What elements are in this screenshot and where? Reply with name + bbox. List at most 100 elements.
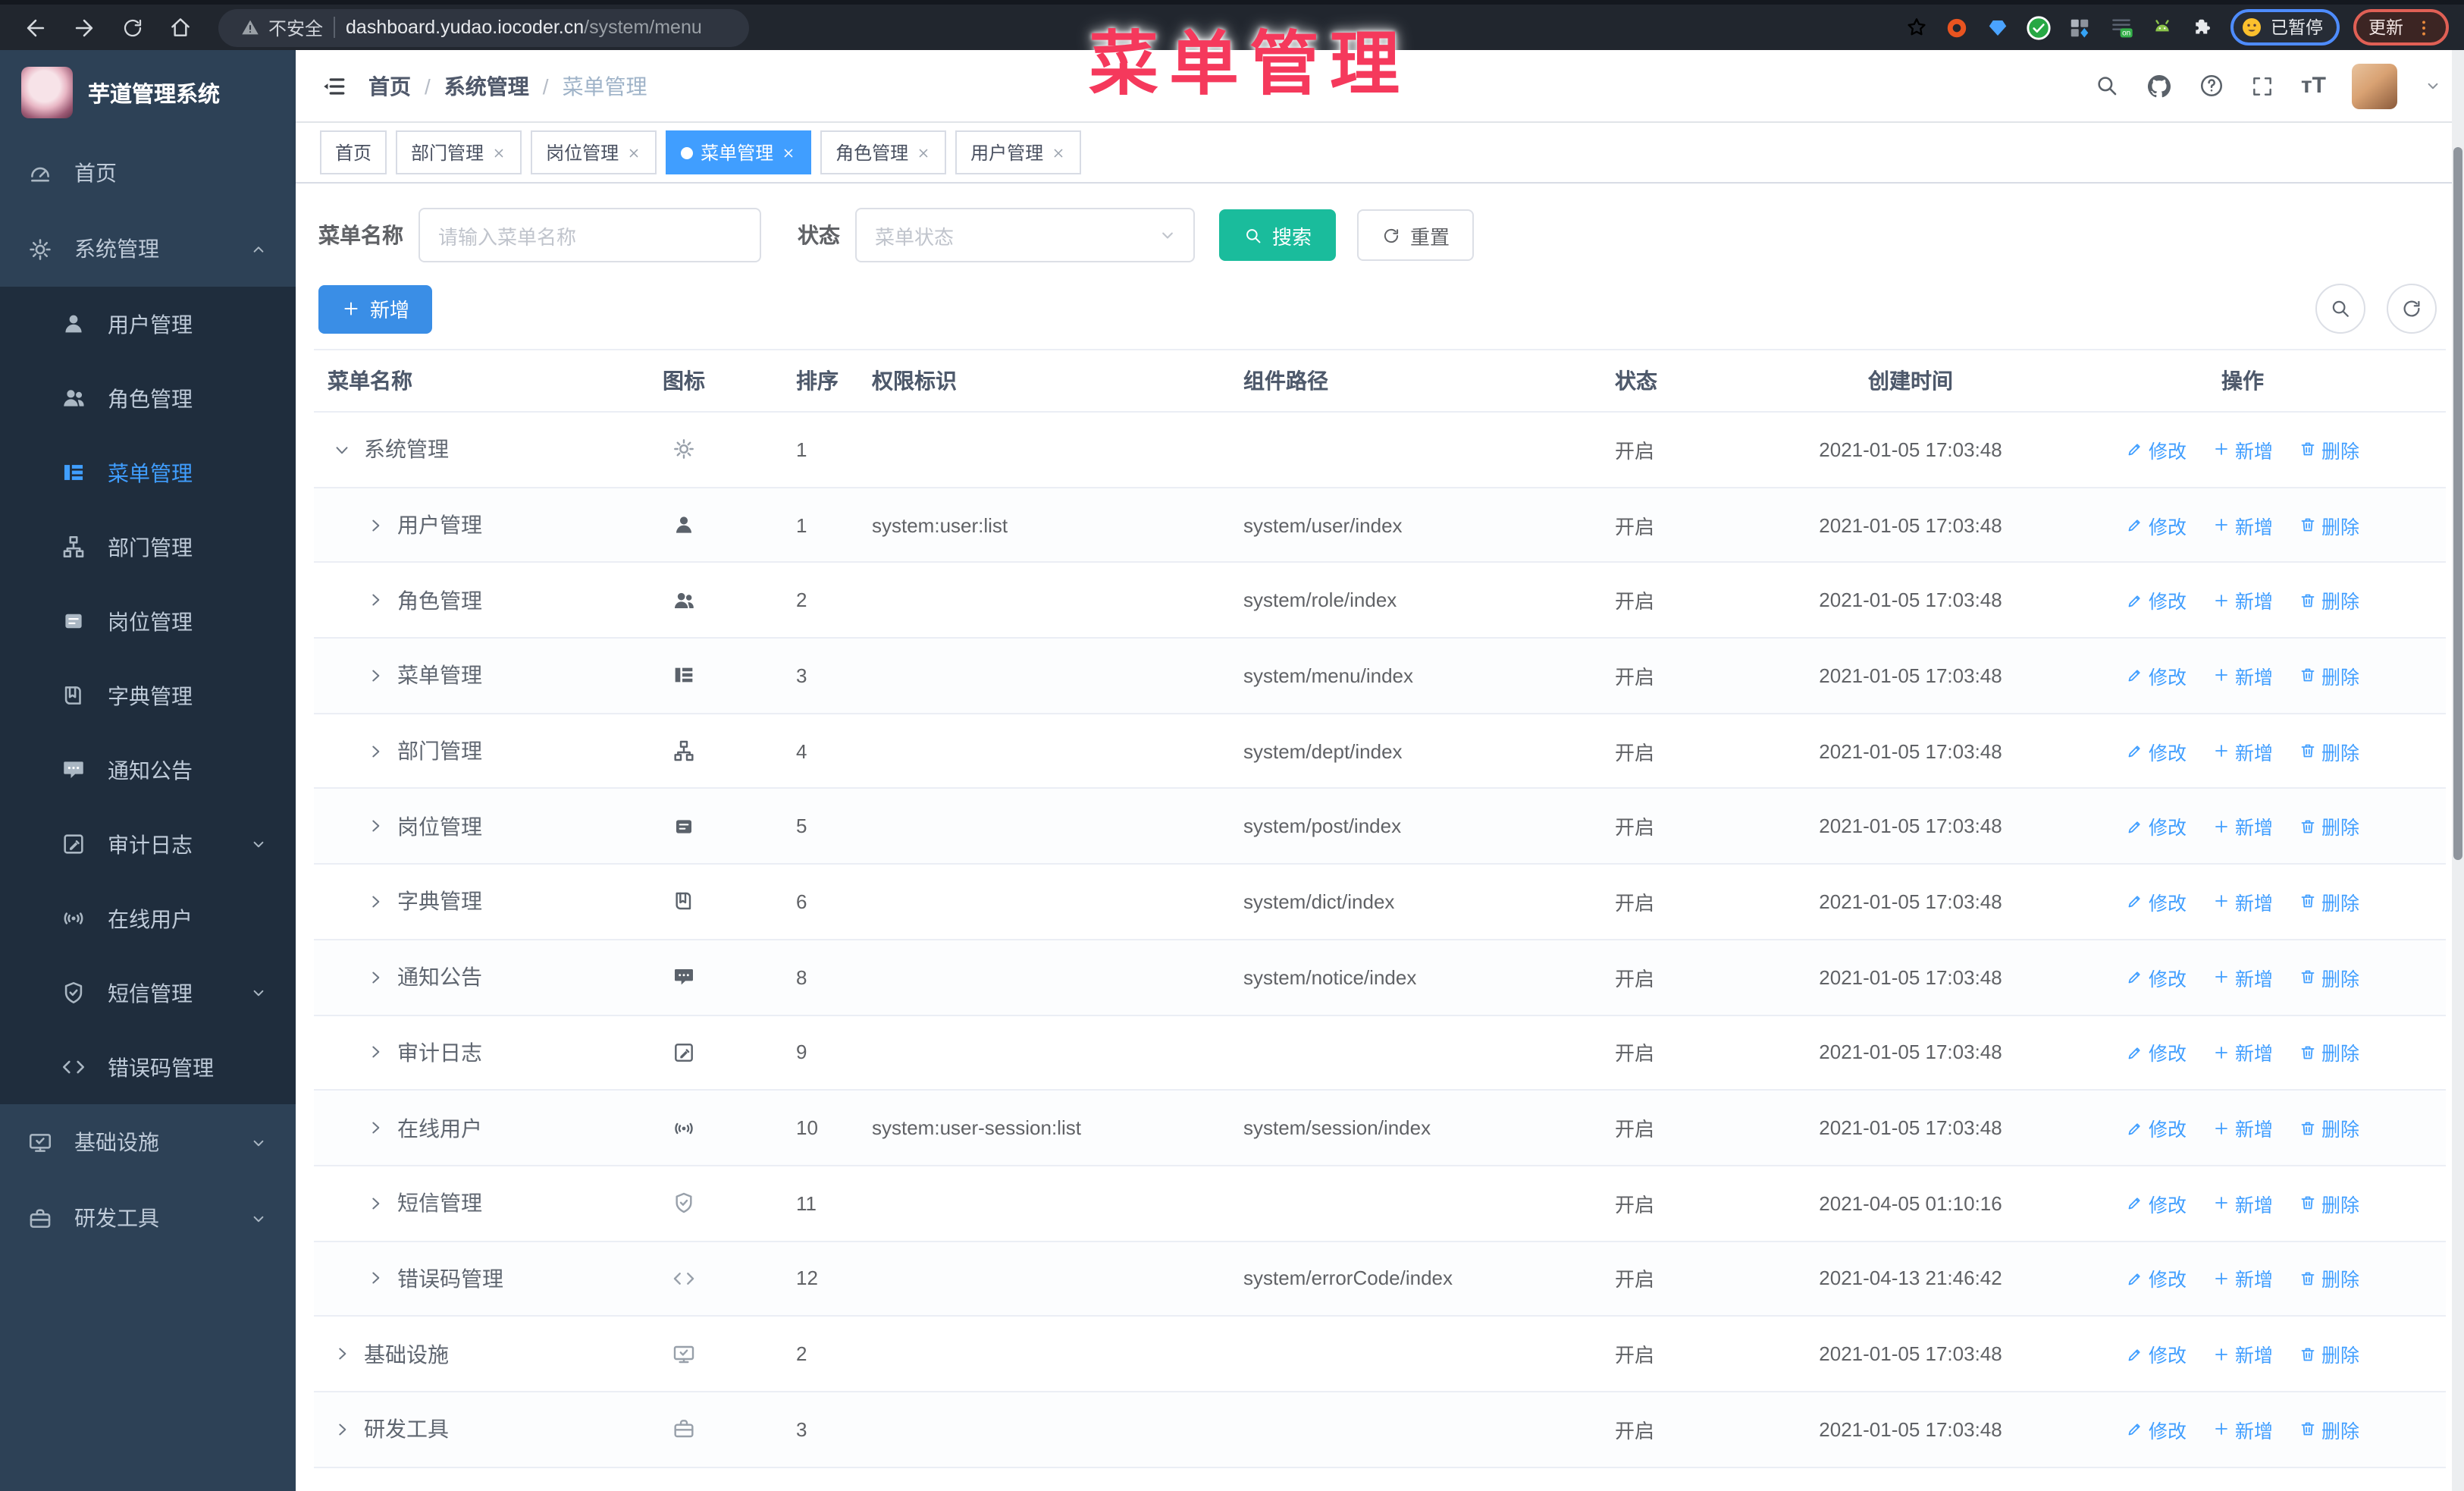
row-edit-button[interactable]: 修改 [2126,1415,2187,1444]
sidebar-item-user[interactable]: 用户管理 [0,287,296,361]
tab-menu[interactable]: 菜单管理 [666,130,812,174]
table-row[interactable]: 字典管理 6 system/dict/index 开启 2021-01-05 17:03… [314,865,2446,940]
tab-close-icon[interactable] [781,145,796,160]
row-edit-button[interactable]: 修改 [2126,435,2187,464]
row-edit-button[interactable]: 修改 [2126,661,2187,690]
row-expand-caret[interactable] [365,1118,388,1138]
add-button[interactable]: 新增 [318,284,433,333]
green-check-extension-icon[interactable] [2025,14,2052,41]
row-delete-button[interactable]: 删除 [2299,1113,2359,1142]
scrollbar-thumb[interactable] [2453,147,2462,860]
table-row[interactable]: 基础设施 2 开启 2021-01-05 17:03:48 修改 新增 删除 [314,1317,2446,1392]
bookmark-star-icon[interactable] [1902,14,1930,41]
sidebar-item-sms[interactable]: 短信管理 [0,956,296,1030]
sidebar-item-home[interactable]: 首页 [0,135,296,211]
row-expand-caret[interactable] [365,515,388,535]
address-bar[interactable]: 不安全 dashboard.yudao.iocoder.cn/system/me… [218,8,749,46]
x-icon[interactable] [491,145,506,160]
table-row[interactable]: 岗位管理 5 system/post/index 开启 2021-01-05 17:03… [314,789,2446,865]
column-header[interactable]: 菜单名称 [314,366,647,396]
table-row[interactable]: 审计日志 9 开启 2021-01-05 17:03:48 修改 新增 删除 [314,1015,2446,1091]
table-row[interactable]: 在线用户 10 system:user-session:list system/ses… [314,1091,2446,1166]
column-header[interactable]: 组件路径 [1243,366,1615,396]
help-icon[interactable] [2199,73,2225,99]
tab-close-icon[interactable] [916,145,931,160]
avatar-caret-down-icon[interactable] [2423,76,2443,96]
row-expand-caret[interactable] [365,967,388,987]
sidebar-item-infra[interactable]: 基础设施 [0,1104,296,1180]
tab-dept[interactable]: 部门管理 [396,130,522,174]
browser-forward-button[interactable] [64,8,103,47]
toggle-search-button[interactable] [2315,284,2365,334]
fullscreen-icon[interactable] [2251,74,2275,98]
row-delete-button[interactable]: 删除 [2299,812,2359,841]
x-icon[interactable] [1051,145,1066,160]
row-add-button[interactable]: 新增 [2212,887,2273,916]
x-icon[interactable] [626,145,641,160]
row-delete-button[interactable]: 删除 [2299,435,2359,464]
column-header[interactable]: 权限标识 [872,366,1243,396]
tab-role[interactable]: 角色管理 [820,130,947,174]
table-row[interactable]: 角色管理 2 system/role/index 开启 2021-01-05 17:03… [314,563,2446,639]
sidebar-item-dict[interactable]: 字典管理 [0,658,296,733]
row-edit-button[interactable]: 修改 [2126,887,2187,916]
table-row[interactable]: 错误码管理 12 system/errorCode/index 开启 2021-04-1… [314,1241,2446,1317]
sidebar-item-dev-tools[interactable]: 研发工具 [0,1180,296,1256]
row-add-button[interactable]: 新增 [2212,1415,2273,1444]
row-expand-caret[interactable] [365,1043,388,1063]
blue-gem-extension-icon[interactable] [1984,14,2011,41]
browser-back-button[interactable] [15,8,55,47]
row-delete-button[interactable]: 删除 [2299,736,2359,765]
column-header[interactable]: 状态 [1615,366,1782,396]
row-edit-button[interactable]: 修改 [2126,1264,2187,1293]
reset-button[interactable]: 重置 [1357,209,1475,261]
grid-extension-icon[interactable] [2066,14,2093,41]
row-add-button[interactable]: 新增 [2212,1038,2273,1067]
sidebar-item-post[interactable]: 岗位管理 [0,584,296,658]
puzzle-extensions-icon[interactable] [2189,14,2216,41]
status-select[interactable]: 菜单状态 [855,208,1195,262]
row-expand-caret[interactable] [332,440,355,460]
row-expand-caret[interactable] [365,666,388,686]
page-scrollbar[interactable] [2452,50,2464,1491]
table-row[interactable]: 用户管理 1 system:user:list system/user/index 开启… [314,488,2446,563]
row-add-button[interactable]: 新增 [2212,1339,2273,1368]
row-edit-button[interactable]: 修改 [2126,585,2187,614]
row-edit-button[interactable]: 修改 [2126,962,2187,991]
tab-user[interactable]: 用户管理 [955,130,1082,174]
app-logo[interactable]: 芋道管理系统 [0,50,296,135]
sidebar-item-online-user[interactable]: 在线用户 [0,881,296,956]
orange-ring-extension-icon[interactable] [1943,14,1970,41]
x-icon[interactable] [781,145,796,160]
sidebar-item-menu[interactable]: 菜单管理 [0,435,296,510]
tab-close-icon[interactable] [1051,145,1066,160]
row-delete-button[interactable]: 删除 [2299,1188,2359,1217]
row-delete-button[interactable]: 删除 [2299,661,2359,690]
row-delete-button[interactable]: 删除 [2299,510,2359,539]
user-avatar[interactable] [2352,63,2397,108]
header-search-icon[interactable] [2095,73,2121,99]
tab-close-icon[interactable] [626,145,641,160]
table-row[interactable]: 通知公告 8 system/notice/index 开启 2021-01-05 17:… [314,940,2446,1015]
adblock-on-extension-icon[interactable]: on [2107,14,2134,41]
tab-post[interactable]: 岗位管理 [531,130,657,174]
row-delete-button[interactable]: 删除 [2299,962,2359,991]
search-button[interactable]: 搜索 [1219,209,1337,261]
sidebar-item-system[interactable]: 系统管理 [0,211,296,287]
row-expand-caret[interactable] [365,741,388,761]
refresh-table-button[interactable] [2387,284,2437,334]
sidebar-item-role[interactable]: 角色管理 [0,361,296,435]
row-edit-button[interactable]: 修改 [2126,1339,2187,1368]
table-row[interactable]: 研发工具 3 开启 2021-01-05 17:03:48 修改 新增 删除 [314,1392,2446,1468]
column-header[interactable]: 排序 [720,366,872,396]
row-delete-button[interactable]: 删除 [2299,1038,2359,1067]
table-row[interactable]: 菜单管理 3 system/menu/index 开启 2021-01-05 17:03… [314,639,2446,714]
sidebar-item-error-code[interactable]: 错误码管理 [0,1030,296,1104]
menu-name-input[interactable]: 请输入菜单名称 [419,208,761,262]
sidebar-item-audit-log[interactable]: 审计日志 [0,807,296,881]
github-icon[interactable] [2146,72,2174,99]
row-add-button[interactable]: 新增 [2212,585,2273,614]
sidebar-item-notice[interactable]: 通知公告 [0,733,296,807]
row-add-button[interactable]: 新增 [2212,510,2273,539]
row-add-button[interactable]: 新增 [2212,661,2273,690]
